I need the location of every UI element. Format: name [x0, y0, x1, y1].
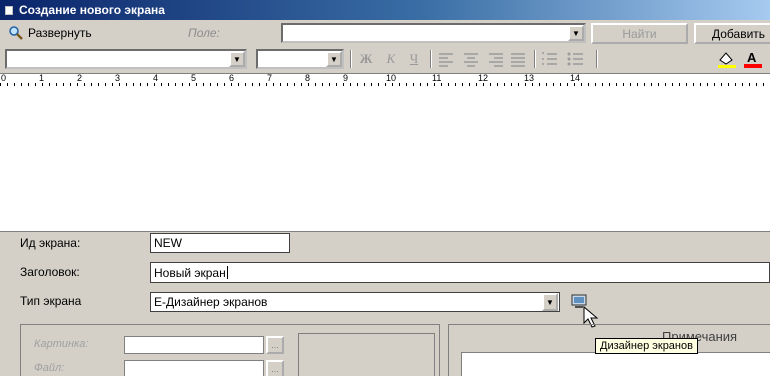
ruler-label: 1: [39, 73, 45, 83]
screen-type-value: Е-Дизайнер экранов: [154, 295, 268, 309]
search-icon[interactable]: [8, 25, 24, 41]
find-button[interactable]: Найти: [591, 23, 688, 44]
ruler-label: 13: [524, 73, 535, 83]
align-center-icon[interactable]: [461, 50, 481, 68]
toolbar-separator: [350, 50, 352, 68]
ruler-label: 0: [1, 73, 7, 83]
screen-type-label: Тип экрана: [20, 294, 82, 308]
picture-input[interactable]: [124, 336, 264, 354]
font-select[interactable]: ▼: [5, 49, 247, 69]
ruler: 0 1 2 3 4 5 6 7 8 9 10 11 12 13 14: [0, 73, 770, 86]
file-input[interactable]: [124, 360, 264, 376]
ruler-label: 4: [153, 73, 159, 83]
italic-button[interactable]: К: [381, 50, 401, 68]
align-right-icon[interactable]: [486, 50, 506, 68]
ruler-label: 11: [432, 73, 442, 83]
file-browse-button[interactable]: ...: [266, 360, 284, 376]
ruler-label: 9: [343, 73, 349, 83]
svg-text:A: A: [747, 50, 757, 65]
ruler-label: 7: [267, 73, 273, 83]
picture-preview: [298, 333, 435, 376]
ruler-label: 6: [229, 73, 235, 83]
screen-id-input[interactable]: NEW: [150, 233, 290, 253]
chevron-down-icon[interactable]: ▼: [326, 51, 342, 67]
caption-value: Новый экран: [154, 265, 226, 280]
toolbar-separator: [430, 50, 432, 68]
ruler-label: 14: [570, 73, 581, 83]
chevron-down-icon[interactable]: ▼: [229, 51, 245, 67]
toolbar-separator: [596, 50, 598, 68]
chevron-down-icon[interactable]: ▼: [568, 25, 584, 41]
font-color-icon[interactable]: A: [742, 50, 764, 68]
tooltip: Дизайнер экранов: [595, 338, 698, 354]
fill-color-icon[interactable]: [716, 50, 738, 68]
ruler-label: 8: [305, 73, 311, 83]
format-toolbar: ▼ ▼ Ж К Ч A: [0, 46, 770, 72]
toolbar-separator: [534, 50, 536, 68]
bold-button[interactable]: Ж: [356, 50, 376, 68]
field-label: Поле:: [188, 26, 220, 40]
caption-label: Заголовок:: [20, 265, 80, 279]
ruler-label: 3: [115, 73, 121, 83]
screen-id-value: NEW: [154, 236, 182, 250]
window-titlebar: Создание нового экрана: [0, 0, 770, 20]
bullet-list-icon[interactable]: [566, 50, 586, 68]
window-title: Создание нового экрана: [19, 3, 165, 17]
search-toolbar: Развернуть Поле: ▼ Найти Добавить: [0, 20, 770, 46]
ruler-label: 10: [386, 73, 397, 83]
align-left-icon[interactable]: [436, 50, 456, 68]
notes-input[interactable]: [461, 352, 770, 376]
font-size-select[interactable]: ▼: [256, 49, 344, 69]
field-select[interactable]: ▼: [281, 23, 586, 43]
ruler-label: 2: [77, 73, 83, 83]
expand-button[interactable]: Развернуть: [28, 26, 92, 40]
rich-text-editor[interactable]: [0, 86, 770, 232]
screen-id-label: Ид экрана:: [20, 236, 81, 250]
app-icon: [5, 5, 13, 15]
screen-type-select[interactable]: Е-Дизайнер экранов: [150, 292, 560, 312]
underline-button[interactable]: Ч: [404, 50, 424, 68]
numbered-list-icon[interactable]: [540, 50, 560, 68]
add-button[interactable]: Добавить: [694, 23, 770, 44]
chevron-down-icon[interactable]: ▼: [542, 293, 558, 311]
picture-label: Картинка:: [34, 338, 89, 350]
picture-browse-button[interactable]: ...: [266, 336, 284, 354]
ruler-label: 5: [191, 73, 197, 83]
file-label: Файл:: [34, 362, 65, 374]
ruler-label: 12: [478, 73, 489, 83]
text-caret: [226, 266, 228, 279]
align-justify-icon[interactable]: [508, 50, 528, 68]
caption-input[interactable]: Новый экран: [150, 262, 770, 283]
